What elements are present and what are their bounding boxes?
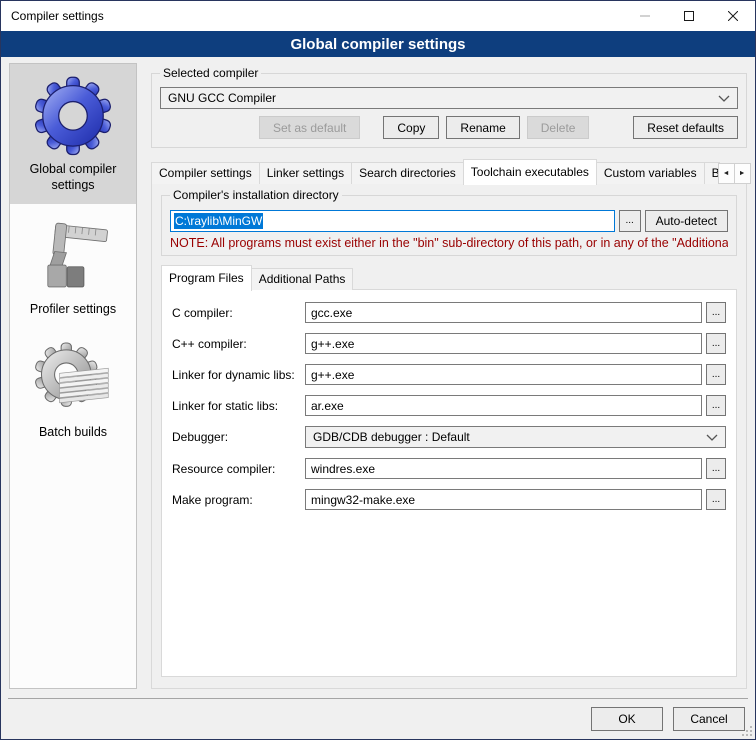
toolchain-executables-page: Compiler's installation directory C:\ray… — [151, 183, 747, 689]
selected-compiler-group: Selected compiler GNU GCC Compiler Set a… — [151, 73, 747, 148]
field-label: Resource compiler: — [172, 462, 305, 476]
field-label: C compiler: — [172, 306, 305, 320]
gray-gear-stack-icon — [31, 336, 115, 420]
blue-gear-icon — [31, 73, 115, 157]
sidebar-item-profiler-settings[interactable]: Profiler settings — [10, 204, 136, 327]
titlebar: Compiler settings — [1, 1, 755, 31]
cancel-button[interactable]: Cancel — [673, 707, 745, 731]
dialog-header: Global compiler settings — [1, 31, 755, 57]
auto-detect-button[interactable]: Auto-detect — [645, 210, 728, 232]
installation-directory-legend: Compiler's installation directory — [170, 188, 342, 202]
field-label: Linker for static libs: — [172, 399, 305, 413]
scroll-left-icon: ◄ — [723, 170, 730, 177]
tab-scroll-right-button[interactable]: ► — [734, 163, 751, 184]
compiler-settings-window: Compiler settings Global compiler settin… — [0, 0, 756, 740]
sidebar-item-label: Profiler settings — [30, 301, 116, 317]
delete-button[interactable]: Delete — [527, 116, 590, 139]
form-row-linker-dynamic: Linker for dynamic libs: ... — [172, 364, 726, 385]
chevron-down-icon — [706, 434, 718, 441]
close-icon — [728, 11, 738, 21]
make-program-browse-button[interactable]: ... — [706, 489, 726, 510]
maximize-button[interactable] — [667, 1, 711, 31]
minimize-button[interactable] — [623, 1, 667, 31]
settings-tab-bar: Compiler settings Linker settings Search… — [151, 159, 747, 184]
installation-browse-button[interactable]: ... — [619, 210, 641, 232]
tab-search-directories[interactable]: Search directories — [351, 162, 464, 184]
installation-path-row: C:\raylib\MinGW ... Auto-detect — [170, 210, 728, 232]
debugger-select[interactable]: GDB/CDB debugger : Default — [305, 426, 726, 448]
linker-static-input[interactable] — [305, 395, 702, 416]
tab-compiler-settings[interactable]: Compiler settings — [151, 162, 260, 184]
form-row-linker-static: Linker for static libs: ... — [172, 395, 726, 416]
programs-tab-bar: Program Files Additional Paths — [161, 265, 737, 290]
copy-button[interactable]: Copy — [383, 116, 439, 139]
selected-compiler-legend: Selected compiler — [160, 66, 261, 80]
minimize-icon — [640, 11, 650, 21]
ok-button[interactable]: OK — [591, 707, 663, 731]
c-compiler-input[interactable] — [305, 302, 702, 323]
rename-button[interactable]: Rename — [446, 116, 519, 139]
make-program-input[interactable] — [305, 489, 702, 510]
reset-defaults-button[interactable]: Reset defaults — [633, 116, 738, 139]
tab-linker-settings[interactable]: Linker settings — [259, 162, 352, 184]
close-button[interactable] — [711, 1, 755, 31]
form-row-c-compiler: C compiler: ... — [172, 302, 726, 323]
resize-grip[interactable] — [750, 734, 752, 736]
settings-sidebar: Global compiler settings Profiler set — [9, 63, 137, 689]
sidebar-item-global-compiler-settings[interactable]: Global compiler settings — [10, 64, 136, 204]
maximize-icon — [684, 11, 694, 21]
cpp-compiler-browse-button[interactable]: ... — [706, 333, 726, 354]
linker-dynamic-browse-button[interactable]: ... — [706, 364, 726, 385]
sidebar-item-batch-builds[interactable]: Batch builds — [10, 327, 136, 450]
field-label: Debugger: — [172, 430, 305, 444]
form-row-cpp-compiler: C++ compiler: ... — [172, 333, 726, 354]
sidebar-item-label: Batch builds — [39, 424, 107, 440]
c-compiler-browse-button[interactable]: ... — [706, 302, 726, 323]
resource-compiler-input[interactable] — [305, 458, 702, 479]
linker-dynamic-input[interactable] — [305, 364, 702, 385]
dialog-header-title: Global compiler settings — [290, 36, 465, 53]
tab-scroll-left-button[interactable]: ◄ — [718, 163, 735, 184]
tab-toolchain-executables[interactable]: Toolchain executables — [463, 159, 597, 185]
cpp-compiler-input[interactable] — [305, 333, 702, 354]
window-title: Compiler settings — [1, 9, 623, 23]
program-files-page: C compiler: ... C++ compiler: ... Linker… — [161, 289, 737, 677]
compiler-select[interactable]: GNU GCC Compiler — [160, 87, 738, 109]
installation-note: NOTE: All programs must exist either in … — [170, 236, 728, 250]
scroll-right-icon: ► — [739, 170, 746, 177]
linker-static-browse-button[interactable]: ... — [706, 395, 726, 416]
subtab-additional-paths[interactable]: Additional Paths — [251, 268, 354, 290]
main-panel: Selected compiler GNU GCC Compiler Set a… — [151, 63, 747, 689]
field-label: Make program: — [172, 493, 305, 507]
form-row-resource-compiler: Resource compiler: ... — [172, 458, 726, 479]
sidebar-item-label: Global compiler settings — [12, 161, 134, 194]
compiler-select-value: GNU GCC Compiler — [168, 91, 718, 105]
compiler-button-row: Set as default Copy Rename Delete Reset … — [160, 116, 738, 139]
form-row-debugger: Debugger: GDB/CDB debugger : Default — [172, 426, 726, 448]
field-label: C++ compiler: — [172, 337, 305, 351]
subtab-program-files[interactable]: Program Files — [161, 265, 252, 291]
caliper-icon — [31, 213, 115, 297]
debugger-select-value: GDB/CDB debugger : Default — [313, 430, 706, 444]
form-row-make-program: Make program: ... — [172, 489, 726, 510]
installation-path-input[interactable]: C:\raylib\MinGW — [170, 210, 615, 232]
dialog-footer: OK Cancel — [8, 698, 748, 739]
tab-custom-variables[interactable]: Custom variables — [596, 162, 705, 184]
chevron-down-icon — [718, 95, 730, 102]
programs-notebook: Program Files Additional Paths C compile… — [161, 265, 737, 677]
dialog-body: Global compiler settings Profiler set — [1, 57, 755, 698]
set-as-default-button[interactable]: Set as default — [259, 116, 360, 139]
installation-path-value: C:\raylib\MinGW — [174, 213, 263, 229]
installation-directory-group: Compiler's installation directory C:\ray… — [161, 195, 737, 256]
field-label: Linker for dynamic libs: — [172, 368, 305, 382]
resource-compiler-browse-button[interactable]: ... — [706, 458, 726, 479]
